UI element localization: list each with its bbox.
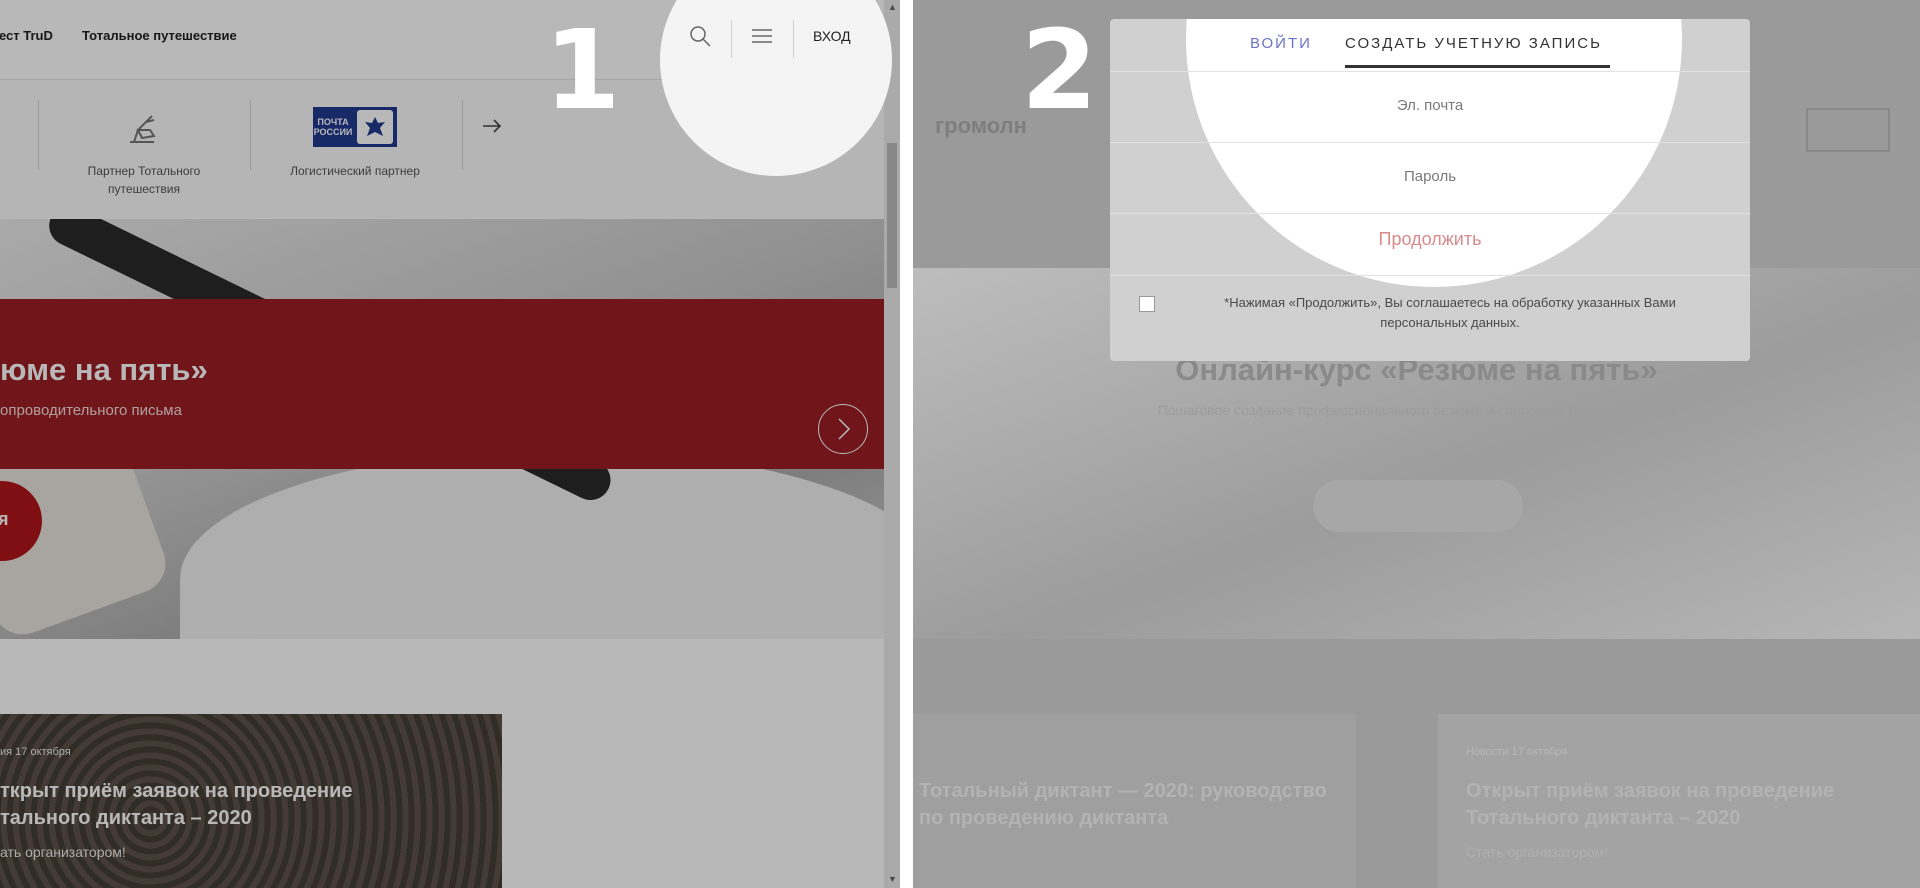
news-title-line: Тотальный диктант — 2020: руководство bbox=[919, 780, 1327, 802]
news-card-dimmed: Новости 17 октября Открыт приём заявок н… bbox=[1438, 714, 1920, 888]
login-link[interactable]: ВХОД bbox=[813, 28, 851, 44]
password-field[interactable]: Пароль bbox=[1110, 143, 1750, 214]
scrollbar[interactable]: ▲ ▼ bbox=[884, 0, 900, 888]
consent-line: *Нажимая «Продолжить», Вы соглашаетесь н… bbox=[1224, 295, 1676, 310]
email-field[interactable]: Эл. почта bbox=[1110, 72, 1750, 143]
news-link[interactable]: ать организатором! bbox=[0, 844, 126, 860]
panel-2: громолн Онлайн-курс «Резюме на пять» Пош… bbox=[913, 0, 1920, 888]
news-card[interactable]: ия 17 октября ткрыт приём заявок на пров… bbox=[0, 714, 502, 888]
hero-banner: юме на пять» опроводительного письма я bbox=[0, 219, 884, 639]
news-title: Тотальный диктант — 2020: руководство по… bbox=[919, 778, 1349, 832]
news-title-line: Тотального диктанта – 2020 bbox=[1466, 807, 1741, 829]
news-date: Новости 17 октября bbox=[1466, 746, 1568, 758]
news-card-dimmed: Тотальный диктант — 2020: руководство по… bbox=[913, 714, 1356, 888]
email-placeholder: Эл. почта bbox=[1396, 97, 1464, 114]
notebook-image bbox=[180, 449, 884, 639]
pochta-logo-text: ПОЧТА РОССИИ bbox=[313, 117, 353, 137]
divider bbox=[38, 100, 39, 170]
divider bbox=[250, 100, 251, 170]
pochta-rossii-logo: ПОЧТА РОССИИ bbox=[313, 107, 397, 147]
news-date: ия 17 октября bbox=[0, 746, 71, 758]
news-title-line: по проведению диктанта bbox=[919, 807, 1169, 829]
slider-next-button[interactable] bbox=[818, 404, 868, 454]
hero-title: юме на пять» bbox=[0, 352, 208, 387]
news-title-line: тального диктанта – 2020 bbox=[0, 807, 252, 829]
news-link: Стать организатором! bbox=[1466, 844, 1609, 860]
divider bbox=[731, 20, 732, 58]
signup-modal: ВОЙТИ СОЗДАТЬ УЧЕТНУЮ ЗАПИСЬ Эл. почта П… bbox=[1110, 19, 1750, 361]
news-title: ткрыт приём заявок на проведение тальног… bbox=[0, 778, 480, 832]
partner-label-line: Партнер Тотального bbox=[87, 164, 201, 178]
hero-cta-dimmed bbox=[1313, 480, 1523, 532]
partner-label-logistics: Логистический партнер bbox=[290, 164, 420, 178]
consent-text: *Нажимая «Продолжить», Вы соглашаетесь н… bbox=[1180, 293, 1720, 333]
arrow-right-icon[interactable] bbox=[482, 118, 502, 134]
divider bbox=[462, 100, 463, 170]
continue-button[interactable]: Продолжить bbox=[1110, 215, 1750, 276]
eagle-crest-icon bbox=[357, 110, 393, 144]
divider bbox=[793, 20, 794, 58]
panel-1: ест TruD Тотальное путешествие Партнер Т… bbox=[0, 0, 900, 888]
scrollbar-thumb[interactable] bbox=[887, 143, 897, 288]
nav-link-trud[interactable]: ест TruD bbox=[0, 28, 53, 43]
nav-link-total-travel[interactable]: Тотальное путешествие bbox=[82, 28, 237, 43]
news-title-line: Открыт приём заявок на проведение bbox=[1466, 780, 1835, 802]
consent-line: персональных данных. bbox=[1380, 315, 1520, 330]
consent-checkbox[interactable] bbox=[1139, 296, 1155, 312]
step-number-2: 2 bbox=[1021, 6, 1098, 134]
brand-logo: громолн bbox=[935, 113, 1027, 138]
menu-icon[interactable] bbox=[748, 22, 776, 50]
modal-tabs: ВОЙТИ СОЗДАТЬ УЧЕТНУЮ ЗАПИСЬ bbox=[1110, 19, 1750, 72]
step-number-1: 1 bbox=[544, 6, 621, 134]
tab-create-account[interactable]: СОЗДАТЬ УЧЕТНУЮ ЗАПИСЬ bbox=[1345, 35, 1602, 52]
partner-label-travel: Партнер Тотального путешествия bbox=[79, 162, 209, 198]
search-icon[interactable] bbox=[686, 22, 714, 50]
hero-cta-label: я bbox=[0, 509, 9, 529]
password-placeholder: Пароль bbox=[1403, 168, 1457, 185]
news-title-line: ткрыт приём заявок на проведение bbox=[0, 780, 353, 802]
tab-login[interactable]: ВОЙТИ bbox=[1250, 35, 1312, 52]
continue-label: Продолжить bbox=[1378, 229, 1482, 249]
chevron-right-icon bbox=[838, 418, 851, 440]
partner-label-line: путешествия bbox=[108, 182, 180, 196]
pelican-logo-icon bbox=[130, 115, 156, 143]
scroll-up-icon[interactable]: ▲ bbox=[888, 2, 897, 12]
active-tab-indicator bbox=[1345, 65, 1610, 68]
scroll-down-icon[interactable]: ▼ bbox=[888, 874, 897, 884]
hero-subtitle: опроводительного письма bbox=[0, 402, 182, 419]
news-title: Открыт приём заявок на проведение Тоталь… bbox=[1466, 778, 1906, 832]
partner-logo bbox=[1806, 108, 1890, 152]
hero-subtitle-dimmed: Пошаговое создание профессионального рез… bbox=[1157, 402, 1676, 418]
